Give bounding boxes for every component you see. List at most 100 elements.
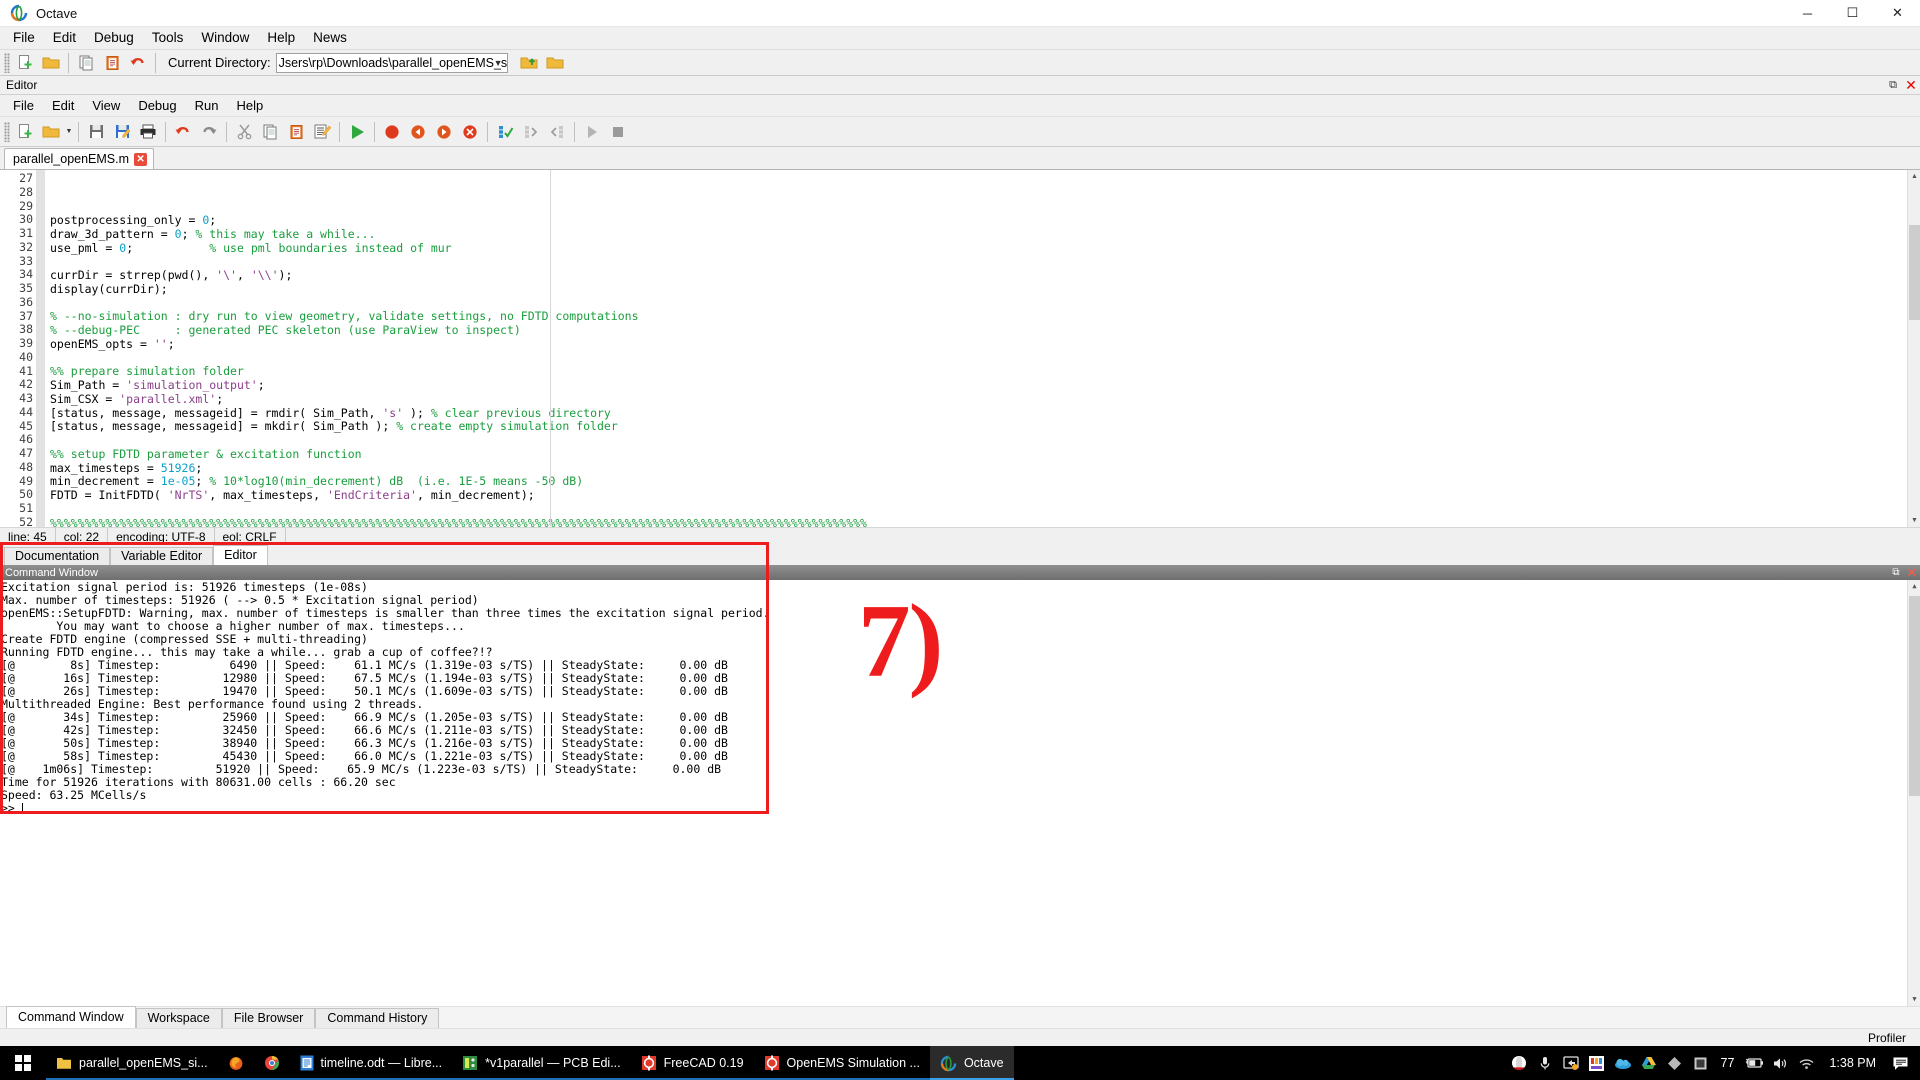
prev-bookmark-icon[interactable] — [544, 120, 570, 144]
editor-menu-run[interactable]: Run — [186, 96, 228, 115]
editor-close-button[interactable]: ✕ — [1902, 76, 1920, 94]
tab-command-history[interactable]: Command History — [315, 1008, 440, 1028]
taskbar-item-timeline-odt-libre[interactable]: timeline.odt — Libre... — [289, 1046, 453, 1080]
code-line[interactable]: use_pml = 0; % use pml boundaries instea… — [50, 241, 1920, 256]
continue-icon[interactable] — [579, 120, 605, 144]
command-window-undock-button[interactable]: ⧉ — [1888, 567, 1904, 578]
code-line[interactable] — [50, 503, 1920, 517]
taskbar-item-parallel-openems-si[interactable]: parallel_openEMS_si... — [46, 1046, 218, 1080]
color-app-icon[interactable] — [1584, 1046, 1610, 1080]
copy-icon[interactable] — [73, 51, 99, 75]
menu-window[interactable]: Window — [192, 27, 258, 49]
command-window-close-button[interactable]: ✕ — [1904, 565, 1920, 581]
browse-folder-icon[interactable] — [542, 51, 568, 75]
tab-file-browser[interactable]: File Browser — [221, 1008, 316, 1028]
run-icon[interactable] — [344, 120, 370, 144]
action-center-icon[interactable] — [1886, 1046, 1914, 1080]
chevron-down-icon[interactable]: ▼ — [494, 58, 503, 68]
taskbar-item-firefox[interactable] — [217, 1046, 254, 1080]
code-line[interactable]: FDTD = InitFDTD( 'NrTS', max_timesteps, … — [50, 488, 1920, 503]
step-back-icon[interactable] — [405, 120, 431, 144]
scroll-down-arrow-icon[interactable]: ▼ — [1908, 514, 1920, 527]
screen-share-icon[interactable] — [1558, 1046, 1584, 1080]
command-scroll-thumb[interactable] — [1909, 596, 1920, 796]
scroll-down-arrow-icon[interactable]: ▼ — [1908, 993, 1920, 1006]
minimize-button[interactable]: ─ — [1785, 0, 1830, 27]
code-line[interactable]: Sim_CSX = 'parallel.xml'; — [50, 392, 1920, 407]
menu-help[interactable]: Help — [258, 27, 304, 49]
editor-menu-edit[interactable]: Edit — [43, 96, 83, 115]
copy-icon[interactable] — [257, 120, 283, 144]
wifi-icon[interactable] — [1793, 1046, 1819, 1080]
dock-tab-documentation[interactable]: Documentation — [4, 547, 111, 565]
battery-charging-icon[interactable] — [1741, 1046, 1767, 1080]
profiler-label[interactable]: Profiler — [1868, 1031, 1906, 1045]
step-forward-icon[interactable] — [431, 120, 457, 144]
redo-icon[interactable] — [196, 120, 222, 144]
stop-icon[interactable] — [605, 120, 631, 144]
code-line[interactable]: %% prepare simulation folder — [50, 364, 1920, 379]
onedrive-icon[interactable] — [1610, 1046, 1636, 1080]
code-line[interactable]: [status, message, messageid] = mkdir( Si… — [50, 419, 1920, 434]
open-file-dropdown-icon[interactable]: ▼ — [64, 120, 74, 144]
code-line[interactable] — [50, 255, 1920, 269]
menu-file[interactable]: File — [4, 27, 44, 49]
paste-icon[interactable] — [283, 120, 309, 144]
save-as-icon[interactable] — [109, 120, 135, 144]
code-line[interactable]: % --no-simulation : dry run to view geom… — [50, 309, 1920, 324]
taskbar-item-openems-simulation[interactable]: OpenEMS Simulation ... — [753, 1046, 930, 1080]
print-icon[interactable] — [135, 120, 161, 144]
file-tab-parallel-openems[interactable]: parallel_openEMS.m ✕ — [4, 148, 155, 169]
next-bookmark-icon[interactable] — [518, 120, 544, 144]
command-window-output[interactable]: Excitation signal period is: 51926 times… — [0, 580, 1920, 1006]
code-line[interactable]: max_timesteps = 51926; — [50, 461, 1920, 476]
menu-tools[interactable]: Tools — [143, 27, 193, 49]
new-script-icon[interactable] — [12, 51, 38, 75]
toolbar-grip[interactable] — [4, 52, 10, 73]
dock-tab-editor[interactable]: Editor — [213, 545, 268, 565]
scroll-up-arrow-icon[interactable]: ▲ — [1908, 170, 1920, 183]
editor-menu-debug[interactable]: Debug — [129, 96, 185, 115]
tab-workspace[interactable]: Workspace — [135, 1008, 222, 1028]
code-text[interactable]: postprocessing_only = 0; draw_3d_pattern … — [45, 170, 1920, 527]
code-line[interactable] — [50, 297, 1920, 311]
menu-debug[interactable]: Debug — [85, 27, 143, 49]
editor-toolbar-grip[interactable] — [4, 121, 10, 142]
code-line[interactable]: currDir = strrep(pwd(), '\', '\\'); — [50, 268, 1920, 283]
code-line[interactable] — [50, 352, 1920, 366]
breakpoint-icon[interactable] — [379, 120, 405, 144]
code-line[interactable]: min_decrement = 1e-05; % 10*log10(min_de… — [50, 474, 1920, 489]
paste-icon[interactable] — [99, 51, 125, 75]
undo-icon[interactable] — [170, 120, 196, 144]
new-script-icon[interactable] — [12, 120, 38, 144]
code-line[interactable]: Sim_Path = 'simulation_output'; — [50, 378, 1920, 393]
code-line[interactable]: %% setup FDTD parameter & excitation fun… — [50, 447, 1920, 462]
opera-icon[interactable] — [1506, 1046, 1532, 1080]
google-drive-icon[interactable] — [1636, 1046, 1662, 1080]
microphone-icon[interactable] — [1532, 1046, 1558, 1080]
toggle-bookmark-icon[interactable] — [492, 120, 518, 144]
tab-command-window[interactable]: Command Window — [6, 1006, 136, 1028]
diamond-icon[interactable] — [1662, 1046, 1688, 1080]
code-scroll-thumb[interactable] — [1909, 225, 1920, 320]
save-icon[interactable] — [83, 120, 109, 144]
code-line[interactable]: %%%%%%%%%%%%%%%%%%%%%%%%%%%%%%%%%%%%%%%%… — [50, 516, 1920, 527]
undo-icon[interactable] — [125, 51, 151, 75]
code-line[interactable]: display(currDir); — [50, 282, 1920, 297]
menu-news[interactable]: News — [304, 27, 356, 49]
taskbar-item-chrome[interactable] — [253, 1046, 290, 1080]
current-directory-combo[interactable]: Jsers\rp\Downloads\parallel_openEMS_simu… — [275, 52, 508, 73]
close-button[interactable]: ✕ — [1875, 0, 1920, 27]
menu-edit[interactable]: Edit — [44, 27, 85, 49]
editor-undock-button[interactable]: ⧉ — [1884, 76, 1902, 94]
remove-breakpoints-icon[interactable] — [457, 120, 483, 144]
folder-up-icon[interactable] — [516, 51, 542, 75]
editor-menu-file[interactable]: File — [4, 96, 43, 115]
dock-tab-variable-editor[interactable]: Variable Editor — [110, 547, 214, 565]
maximize-button[interactable]: ☐ — [1830, 0, 1875, 27]
open-file-icon[interactable] — [38, 120, 64, 144]
close-icon[interactable]: ✕ — [134, 152, 148, 166]
cut-icon[interactable] — [231, 120, 257, 144]
code-editor-area[interactable]: 27 28 29 30 31 32 33 34 35 36 37 38 39 40 41 42 43 44 45 46… — [0, 169, 1920, 527]
display-icon[interactable] — [1688, 1046, 1714, 1080]
